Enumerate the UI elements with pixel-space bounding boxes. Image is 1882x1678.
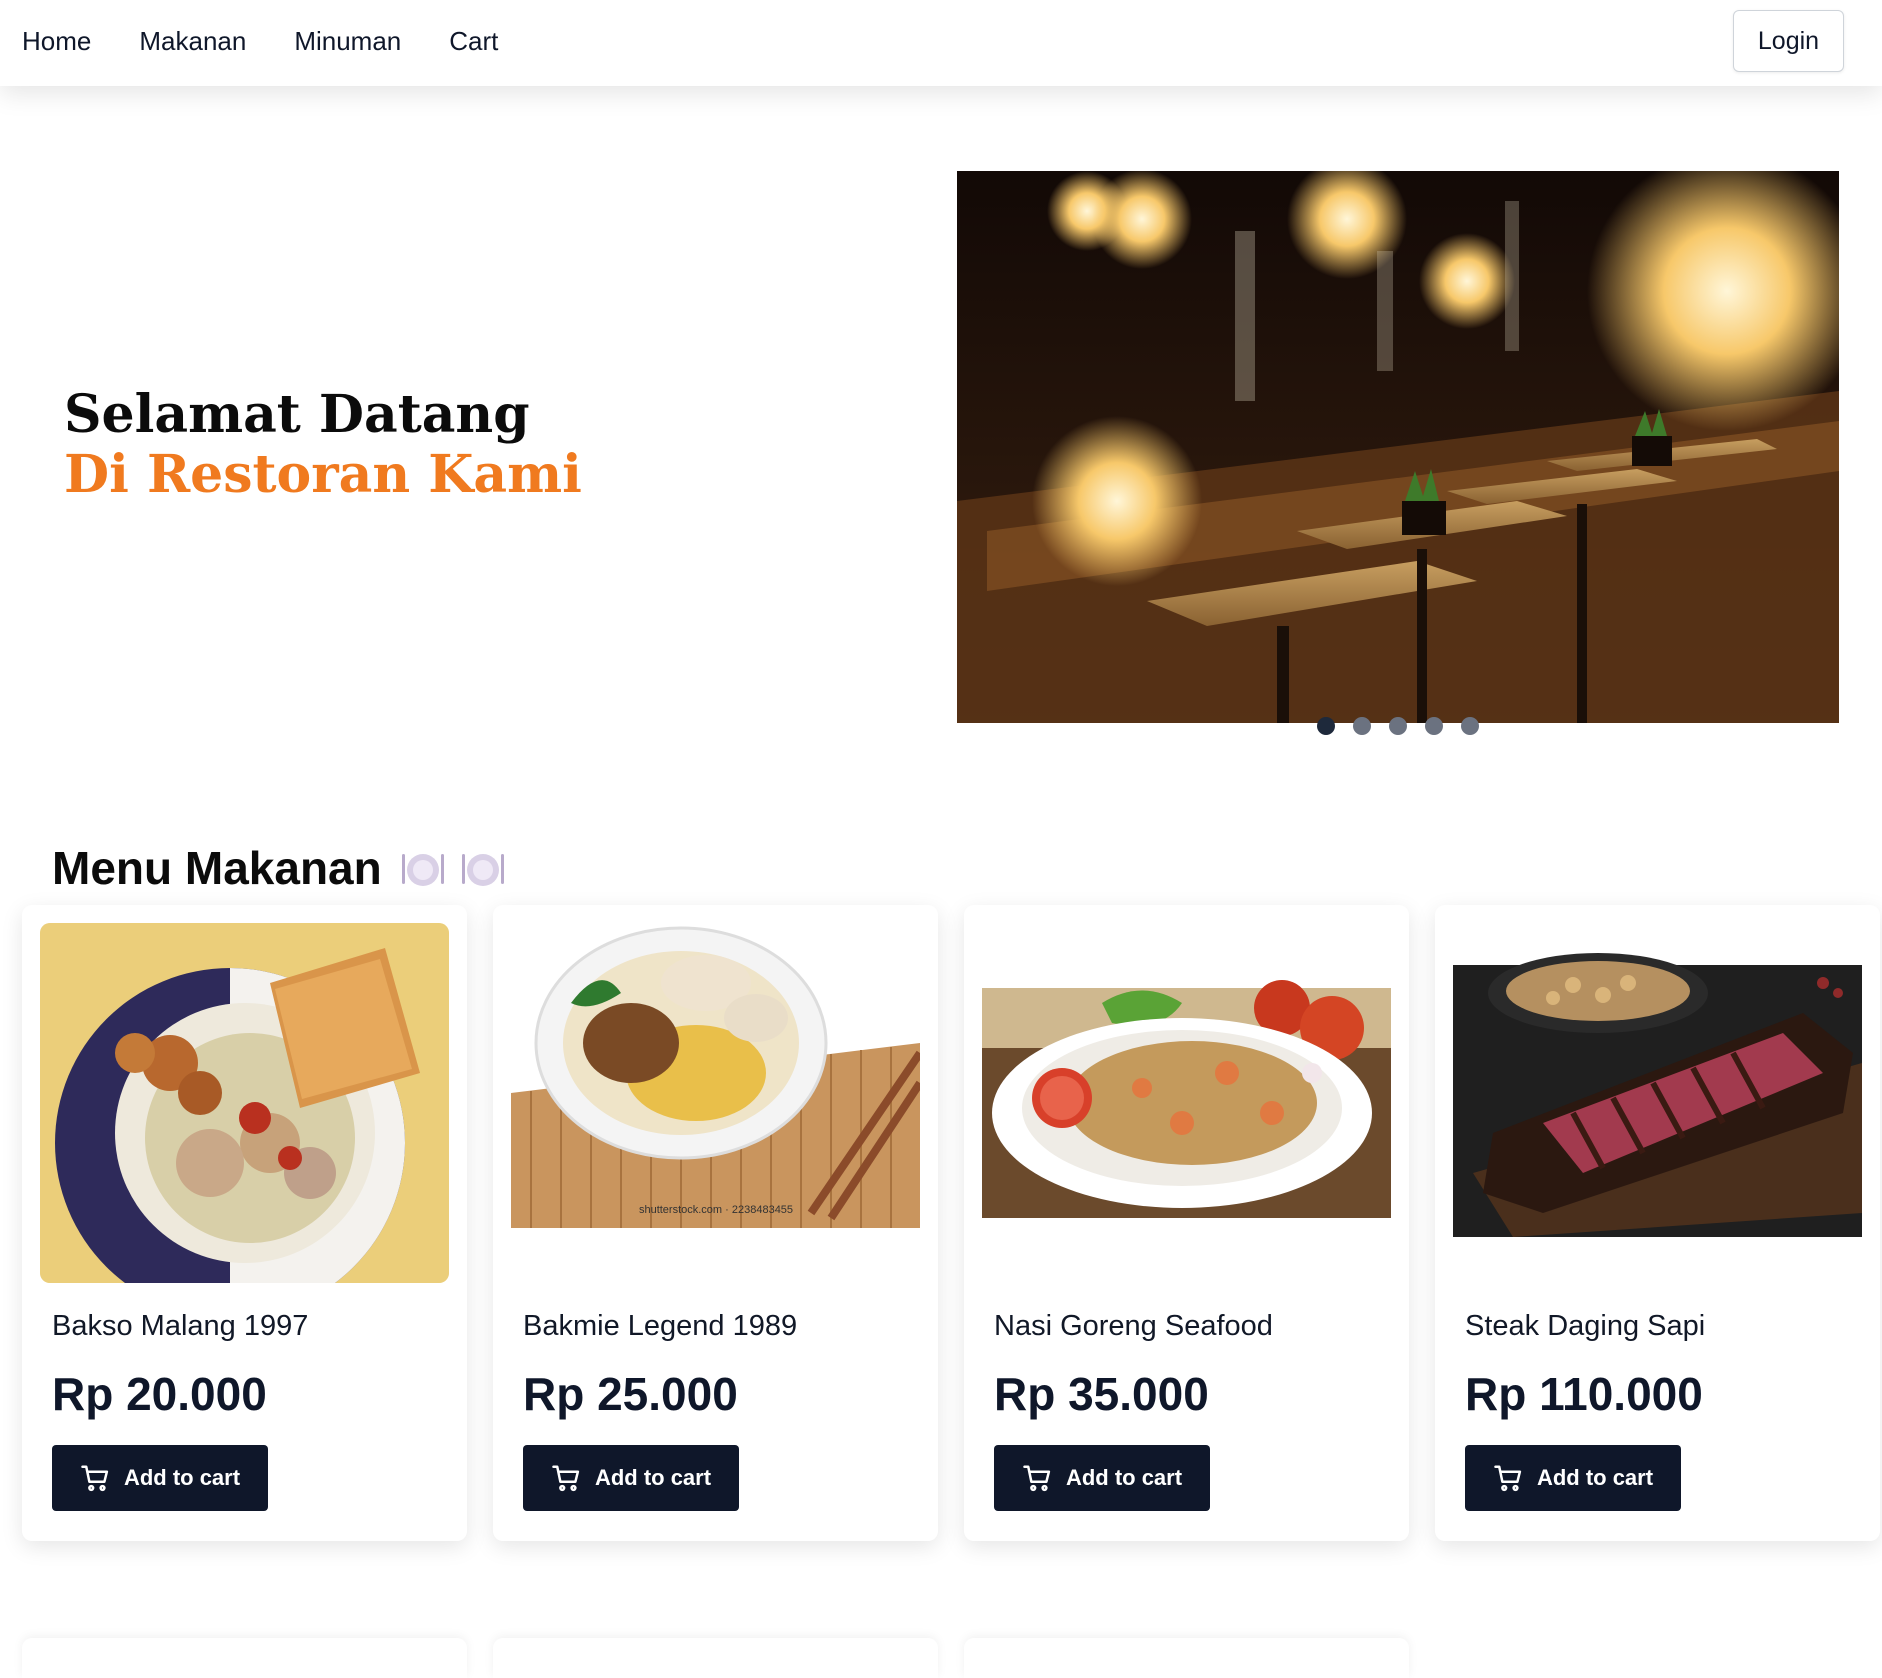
add-to-cart-button[interactable]: Add to cart xyxy=(1465,1445,1681,1511)
menu-section-title: Menu Makanan xyxy=(52,840,506,896)
carousel-dot-4[interactable] xyxy=(1425,717,1443,735)
menu-item-name: Nasi Goreng Seafood xyxy=(994,1310,1273,1342)
image-watermark: shutterstock.com · 2238483455 xyxy=(639,1204,793,1216)
nav-link-home[interactable]: Home xyxy=(22,22,91,60)
restaurant-interior-image xyxy=(957,171,1839,723)
menu-item-price: Rp 110.000 xyxy=(1465,1368,1703,1420)
menu-card: Bakso Malang 1997 Rp 20.000 Add to cart xyxy=(22,905,467,1541)
bakso-image xyxy=(40,923,449,1283)
add-to-cart-label: Add to cart xyxy=(123,1465,241,1490)
hero-title: Selamat Datang Di Restoran Kami xyxy=(64,385,582,505)
menu-card xyxy=(964,1638,1409,1678)
add-to-cart-button[interactable]: Add to cart xyxy=(994,1445,1210,1511)
add-to-cart-button[interactable]: Add to cart xyxy=(52,1445,268,1511)
menu-item-price: Rp 25.000 xyxy=(523,1368,738,1420)
cart-icon xyxy=(1023,1465,1051,1492)
login-button[interactable]: Login xyxy=(1733,10,1844,72)
menu-card-list-next-row xyxy=(22,1638,1409,1678)
cart-icon xyxy=(552,1465,580,1492)
menu-card xyxy=(22,1638,467,1678)
carousel-dot-3[interactable] xyxy=(1389,717,1407,735)
menu-item-price: Rp 35.000 xyxy=(994,1368,1209,1420)
menu-item-name: Steak Daging Sapi xyxy=(1465,1310,1706,1342)
hero-title-line2: Di Restoran Kami xyxy=(64,444,582,505)
carousel-dot-2[interactable] xyxy=(1353,717,1371,735)
plate-with-cutlery-icon xyxy=(401,854,444,886)
nav-link-minuman[interactable]: Minuman xyxy=(294,22,401,60)
bakmie-image: shutterstock.com · 2238483455 xyxy=(511,923,920,1283)
menu-card: Nasi Goreng Seafood Rp 35.000 Add to car… xyxy=(964,905,1409,1541)
menu-card: Steak Daging Sapi Rp 110.000 Add to cart xyxy=(1435,905,1880,1541)
hero-title-line1: Selamat Datang xyxy=(64,384,530,445)
menu-card: shutterstock.com · 2238483455 Bakmie Leg… xyxy=(493,905,938,1541)
nasi-goreng-image xyxy=(982,923,1391,1283)
carousel-dot-1[interactable] xyxy=(1317,717,1335,735)
hero-carousel[interactable] xyxy=(957,171,1839,723)
nav-link-cart[interactable]: Cart xyxy=(449,22,498,60)
carousel-dots xyxy=(1317,717,1479,735)
navbar: Home Makanan Minuman Cart Login xyxy=(0,0,1882,86)
menu-item-price: Rp 20.000 xyxy=(52,1368,267,1420)
plate-icons xyxy=(400,848,506,888)
add-to-cart-label: Add to cart xyxy=(594,1465,712,1490)
menu-card-list: Bakso Malang 1997 Rp 20.000 Add to cart xyxy=(22,905,1880,1541)
add-to-cart-label: Add to cart xyxy=(1065,1465,1183,1490)
steak-image xyxy=(1453,923,1862,1283)
menu-item-name: Bakmie Legend 1989 xyxy=(523,1310,798,1342)
plate-with-cutlery-icon xyxy=(461,854,504,886)
nav-link-makanan[interactable]: Makanan xyxy=(139,22,246,60)
menu-item-name: Bakso Malang 1997 xyxy=(52,1310,309,1342)
add-to-cart-label: Add to cart xyxy=(1536,1465,1654,1490)
menu-title-text: Menu Makanan xyxy=(52,842,382,894)
carousel-dot-5[interactable] xyxy=(1461,717,1479,735)
nav-links: Home Makanan Minuman Cart xyxy=(22,22,498,60)
add-to-cart-button[interactable]: Add to cart xyxy=(523,1445,739,1511)
cart-icon xyxy=(1494,1465,1522,1492)
menu-card xyxy=(493,1638,938,1678)
cart-icon xyxy=(81,1465,109,1492)
